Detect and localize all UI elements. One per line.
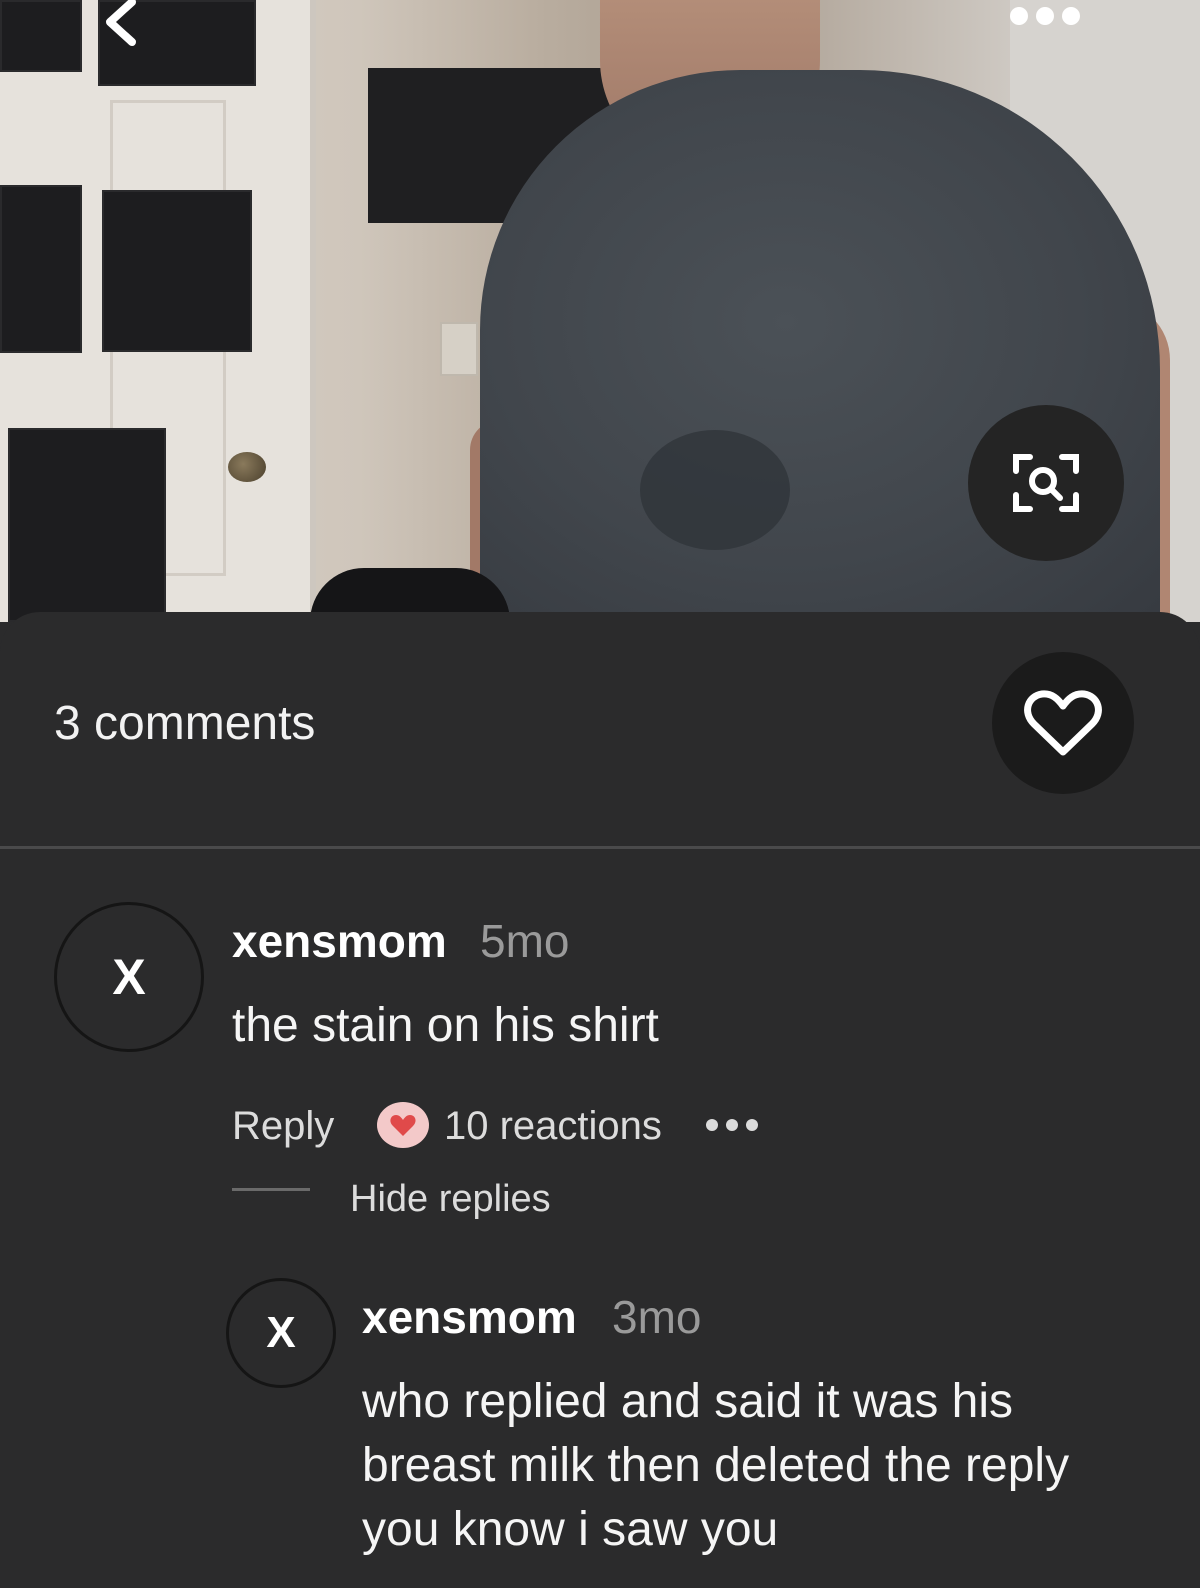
comment-time: 5mo bbox=[480, 915, 570, 967]
hide-replies-button[interactable]: Hide replies bbox=[350, 1178, 551, 1221]
like-button[interactable] bbox=[992, 652, 1134, 794]
back-button[interactable] bbox=[96, 0, 144, 48]
heart-icon bbox=[390, 1115, 416, 1136]
avatar[interactable]: X bbox=[54, 902, 204, 1052]
replies-thread-line bbox=[232, 1188, 310, 1191]
visual-search-button[interactable] bbox=[968, 405, 1124, 561]
acoustic-panel bbox=[8, 428, 166, 622]
comments-count: 3 comments bbox=[54, 697, 316, 750]
more-horizontal-icon bbox=[706, 1119, 758, 1131]
visual-search-icon bbox=[1013, 454, 1079, 512]
heart-outline-icon bbox=[1024, 690, 1102, 756]
comment-username[interactable]: xensmom bbox=[232, 914, 447, 968]
shirt-stain bbox=[640, 430, 790, 550]
more-options-button[interactable] bbox=[1005, 0, 1085, 32]
light-switch bbox=[440, 322, 478, 376]
door-knob bbox=[228, 452, 266, 482]
divider bbox=[0, 846, 1200, 849]
acoustic-panel bbox=[0, 185, 82, 353]
avatar[interactable]: X bbox=[226, 1278, 336, 1388]
more-horizontal-icon bbox=[1010, 7, 1080, 25]
acoustic-panel bbox=[102, 190, 252, 352]
comment-text: the stain on his shirt bbox=[232, 999, 659, 1052]
chevron-left-icon bbox=[106, 0, 136, 46]
reply-button[interactable]: Reply bbox=[232, 1104, 334, 1149]
post-photo[interactable] bbox=[0, 0, 1200, 622]
acoustic-panel bbox=[0, 0, 82, 72]
comment-time: 3mo bbox=[612, 1291, 702, 1343]
comment-username[interactable]: xensmom bbox=[362, 1290, 577, 1344]
reactions-count[interactable]: 10 reactions bbox=[444, 1104, 662, 1149]
comment-text: who replied and said it was his breast m… bbox=[362, 1375, 1070, 1556]
reaction-badge[interactable] bbox=[377, 1102, 429, 1148]
comment-more-button[interactable] bbox=[704, 1118, 760, 1132]
